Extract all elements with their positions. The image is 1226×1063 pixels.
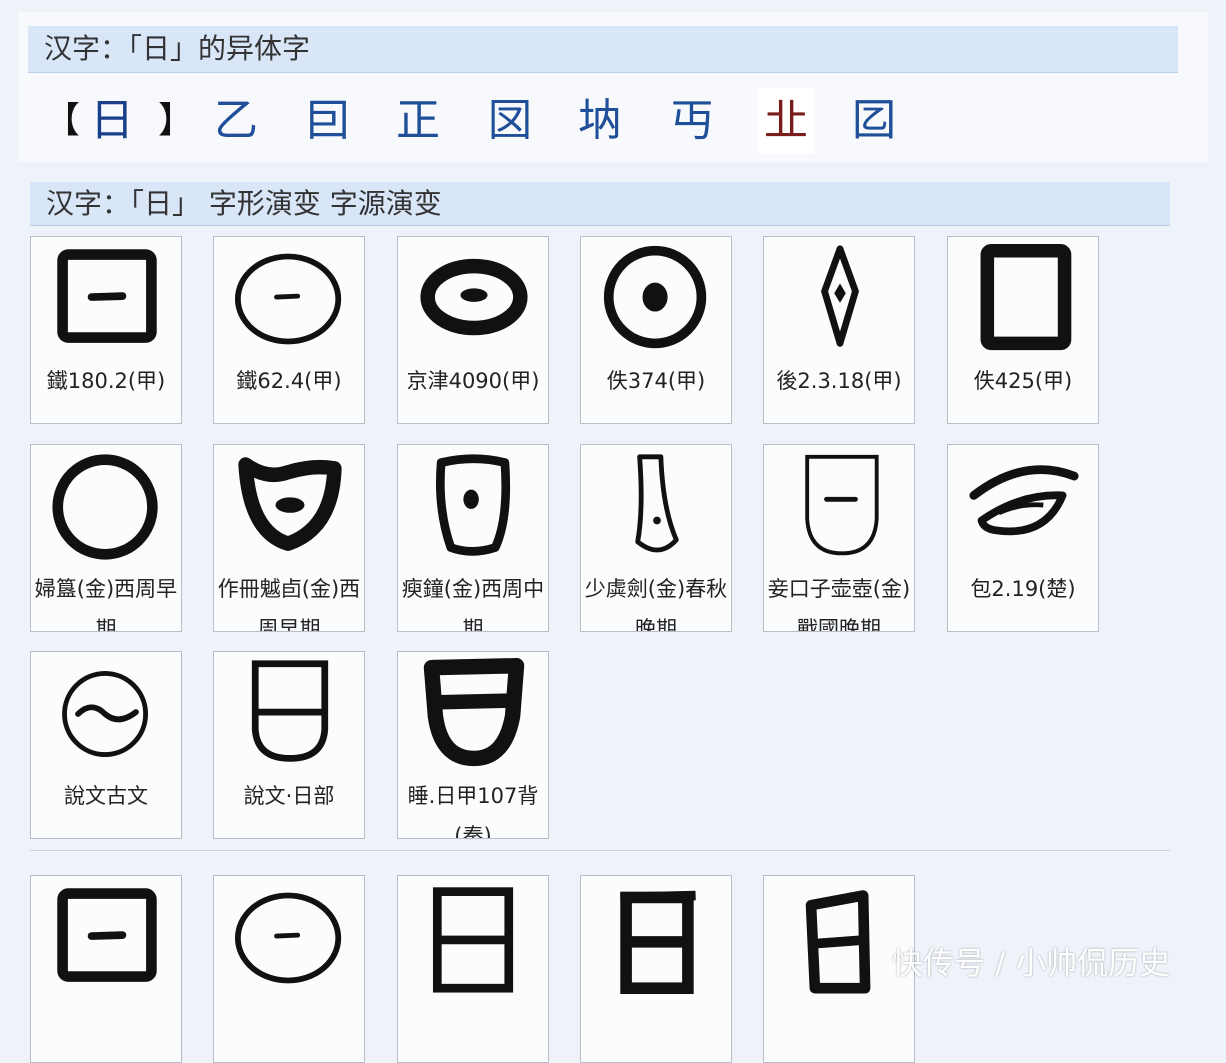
- glyph-card[interactable]: 包2.19(楚): [947, 444, 1099, 632]
- variant-char-1[interactable]: 乙: [204, 88, 268, 154]
- glyph-image: [57, 888, 157, 982]
- glyph-card[interactable]: [580, 875, 732, 1063]
- glyph-card[interactable]: [30, 875, 182, 1063]
- glyph-card[interactable]: 鐵62.4(甲): [213, 236, 365, 424]
- glyph-caption: 京津4090(甲): [406, 369, 540, 393]
- glyph-card[interactable]: 瘐鐘(金)西周中期: [397, 444, 549, 632]
- close-bracket: 】: [158, 100, 195, 141]
- glyph-caption: 包2.19(楚): [970, 577, 1076, 601]
- variant-char-4[interactable]: 㘝: [478, 88, 542, 154]
- glyph-caption: 佚425(甲): [973, 369, 1073, 393]
- glyph-card[interactable]: [397, 875, 549, 1063]
- glyph-image: [423, 658, 525, 767]
- glyph-caption: 說文·日部: [243, 784, 335, 808]
- glyph-caption: 婦簋(金)西周早期: [34, 577, 178, 632]
- glyph-card[interactable]: [213, 875, 365, 1063]
- glyph-card[interactable]: 睡.日甲107背(秦): [397, 651, 549, 839]
- glyph-card[interactable]: 佚425(甲): [947, 236, 1099, 424]
- glyph-image: [432, 887, 514, 993]
- variant-char-7[interactable]: 㐀: [758, 88, 814, 154]
- glyph-image: [805, 454, 879, 556]
- glyph-card[interactable]: 作冊魆卣(金)西周早期: [213, 444, 365, 632]
- glyph-caption: 說文古文: [64, 784, 148, 808]
- evolution-header: 汉字：「日」 字形演变 字源演变: [30, 182, 1170, 226]
- glyph-image: [420, 258, 528, 336]
- variant-char-5[interactable]: 㘨: [568, 88, 632, 154]
- glyph-card[interactable]: 後2.3.18(甲): [763, 236, 915, 424]
- variant-char-8[interactable]: 𡆠: [842, 88, 906, 154]
- glyph-image: [805, 890, 871, 994]
- glyph-caption: 後2.3.18(甲): [776, 369, 902, 393]
- glyph-image: [969, 465, 1079, 536]
- glyph-card[interactable]: 少虡劍(金)春秋晚期: [580, 444, 732, 632]
- variants-header: 汉字：「日」的异体字: [28, 26, 1178, 73]
- glyph-image: [62, 671, 149, 757]
- glyph-image: [57, 249, 157, 343]
- glyph-image: [435, 454, 511, 556]
- glyph-image: [980, 243, 1072, 351]
- divider: [30, 850, 1170, 851]
- glyph-card[interactable]: 婦簋(金)西周早期: [30, 444, 182, 632]
- glyph-card[interactable]: 佚374(甲): [580, 236, 732, 424]
- glyph-image: [620, 890, 696, 994]
- glyph-caption: 佚374(甲): [606, 369, 706, 393]
- glyph-caption: 鐵180.2(甲): [46, 369, 166, 393]
- watermark: 快传号 / 小帅侃历史: [892, 946, 1171, 982]
- glyph-image: [238, 457, 342, 551]
- glyph-card[interactable]: 說文古文: [30, 651, 182, 839]
- glyph-caption: 作冊魆卣(金)西周早期: [217, 577, 361, 632]
- open-bracket: 【: [44, 100, 81, 141]
- variant-char-3[interactable]: 正: [386, 88, 450, 154]
- variant-char-2[interactable]: 囙: [296, 88, 360, 154]
- glyph-caption: 鐵62.4(甲): [236, 369, 342, 393]
- glyph-caption: 睡.日甲107背(秦): [407, 784, 539, 839]
- glyph-card[interactable]: 鐵180.2(甲): [30, 236, 182, 424]
- variant-main-char[interactable]: 日: [80, 88, 144, 154]
- glyph-card[interactable]: 妾口子壶壺(金)戰國晚期: [763, 444, 915, 632]
- glyph-image: [234, 892, 342, 984]
- glyph-card[interactable]: 京津4090(甲): [397, 236, 549, 424]
- glyph-caption: 瘐鐘(金)西周中期: [401, 577, 545, 632]
- glyph-image: [251, 660, 329, 762]
- glyph-caption: 妾口子壶壺(金)戰國晚期: [767, 577, 911, 632]
- glyph-image: [52, 454, 158, 560]
- glyph-image: [635, 454, 679, 553]
- glyph-image: [603, 245, 707, 349]
- glyph-image: [234, 253, 342, 345]
- glyph-caption: 少虡劍(金)春秋晚期: [584, 577, 728, 632]
- glyph-image: [821, 245, 859, 347]
- variant-char-6[interactable]: 丏: [660, 88, 724, 154]
- glyph-card[interactable]: 說文·日部: [213, 651, 365, 839]
